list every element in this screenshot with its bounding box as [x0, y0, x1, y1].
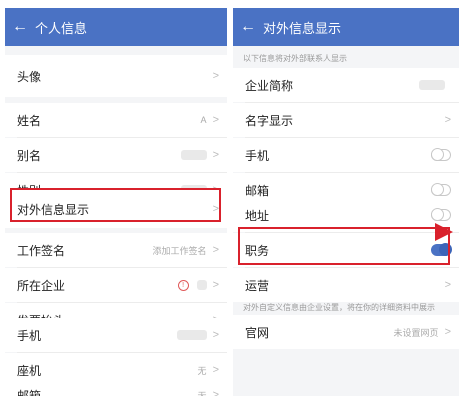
name-value: A	[200, 115, 207, 125]
row-label: 对外信息显示	[17, 202, 90, 217]
row-enterprise-short-name: 企业简称	[233, 68, 459, 102]
mobile-toggle-switch[interactable]	[431, 148, 451, 161]
chevron-right-icon: >	[444, 114, 451, 126]
blurred-value	[176, 330, 207, 340]
chevron-right-icon: >	[212, 203, 219, 215]
landline-value: 无	[197, 365, 207, 376]
row-label: 官网	[245, 325, 270, 340]
pointer-arrow-icon	[435, 223, 453, 241]
blurred-value	[419, 80, 445, 90]
row-avatar[interactable]: 头像 >	[5, 55, 227, 97]
email-value: 无	[197, 390, 207, 396]
chevron-right-icon: >	[212, 114, 219, 126]
row-email[interactable]: 邮箱 无 >	[5, 378, 227, 396]
page-title: 个人信息	[35, 20, 88, 36]
row-name-display[interactable]: 名字显示 >	[233, 103, 459, 137]
external-info-display-screen: ← 对外信息显示 以下信息将对外部联系人显示 企业简称 名字显示 > 手机 邮箱…	[233, 8, 459, 396]
row-website[interactable]: 官网 未设置网页 >	[233, 315, 459, 349]
chevron-right-icon: >	[212, 389, 219, 396]
top-hint-text: 以下信息将对外部联系人显示	[243, 54, 347, 63]
arrow-left-icon[interactable]: ←	[5, 18, 35, 36]
chevron-right-icon: >	[212, 70, 219, 82]
work-signature-placeholder: 添加工作签名	[152, 245, 207, 256]
chevron-right-icon: >	[444, 326, 451, 338]
row-label: 邮箱	[17, 388, 42, 396]
position-toggle-switch[interactable]	[431, 243, 452, 256]
chevron-right-icon: >	[444, 279, 451, 291]
row-label: 座机	[17, 363, 42, 378]
chevron-right-icon: >	[212, 364, 219, 376]
row-enterprise[interactable]: 所在企业 ! >	[5, 268, 227, 302]
row-position-toggle: 职务	[233, 233, 459, 267]
blurred-value	[180, 150, 207, 160]
row-external-info-display[interactable]: 对外信息显示 >	[5, 190, 227, 228]
personal-info-screen: ← 个人信息 头像 > 姓名 A > 别名 > 性别 > 对外信息显示 > 工作…	[5, 8, 227, 396]
email-toggle-switch[interactable]	[431, 183, 451, 196]
blurred-value	[196, 280, 207, 290]
row-label: 手机	[17, 328, 42, 343]
chevron-right-icon: >	[212, 329, 219, 341]
row-address-toggle: 地址	[233, 198, 459, 232]
row-name[interactable]: 姓名 A >	[5, 103, 227, 137]
chevron-right-icon: >	[212, 244, 219, 256]
chevron-right-icon: >	[212, 149, 219, 161]
row-mobile-toggle: 手机	[233, 138, 459, 172]
row-label: 姓名	[17, 113, 42, 128]
row-mobile[interactable]: 手机 >	[5, 318, 227, 352]
alert-icon: !	[177, 279, 189, 291]
bottom-hint-text: 对外自定义信息由企业设置，将在你的详细资料中展示	[243, 303, 435, 312]
header-bar: ← 对外信息显示	[233, 8, 459, 46]
row-label: 工作签名	[17, 243, 66, 258]
row-alias[interactable]: 别名 >	[5, 138, 227, 172]
row-label: 手机	[245, 148, 270, 163]
website-value: 未设置网页	[393, 327, 439, 338]
row-label: 运营	[245, 278, 270, 293]
row-label: 名字显示	[245, 113, 294, 128]
row-work-signature[interactable]: 工作签名 添加工作签名 >	[5, 233, 227, 267]
row-label: 头像	[17, 69, 42, 84]
row-operations[interactable]: 运营 >	[233, 268, 459, 302]
row-label: 别名	[17, 148, 42, 163]
header-bar: ← 个人信息	[5, 8, 227, 46]
row-label: 所在企业	[17, 278, 66, 293]
chevron-right-icon: >	[212, 279, 219, 291]
row-label: 企业简称	[245, 78, 294, 93]
page-title: 对外信息显示	[263, 20, 342, 36]
row-label: 邮箱	[245, 183, 270, 198]
row-label: 地址	[245, 208, 270, 223]
address-toggle-switch[interactable]	[431, 208, 451, 221]
arrow-left-icon[interactable]: ←	[233, 18, 263, 36]
row-label: 职务	[245, 243, 270, 258]
